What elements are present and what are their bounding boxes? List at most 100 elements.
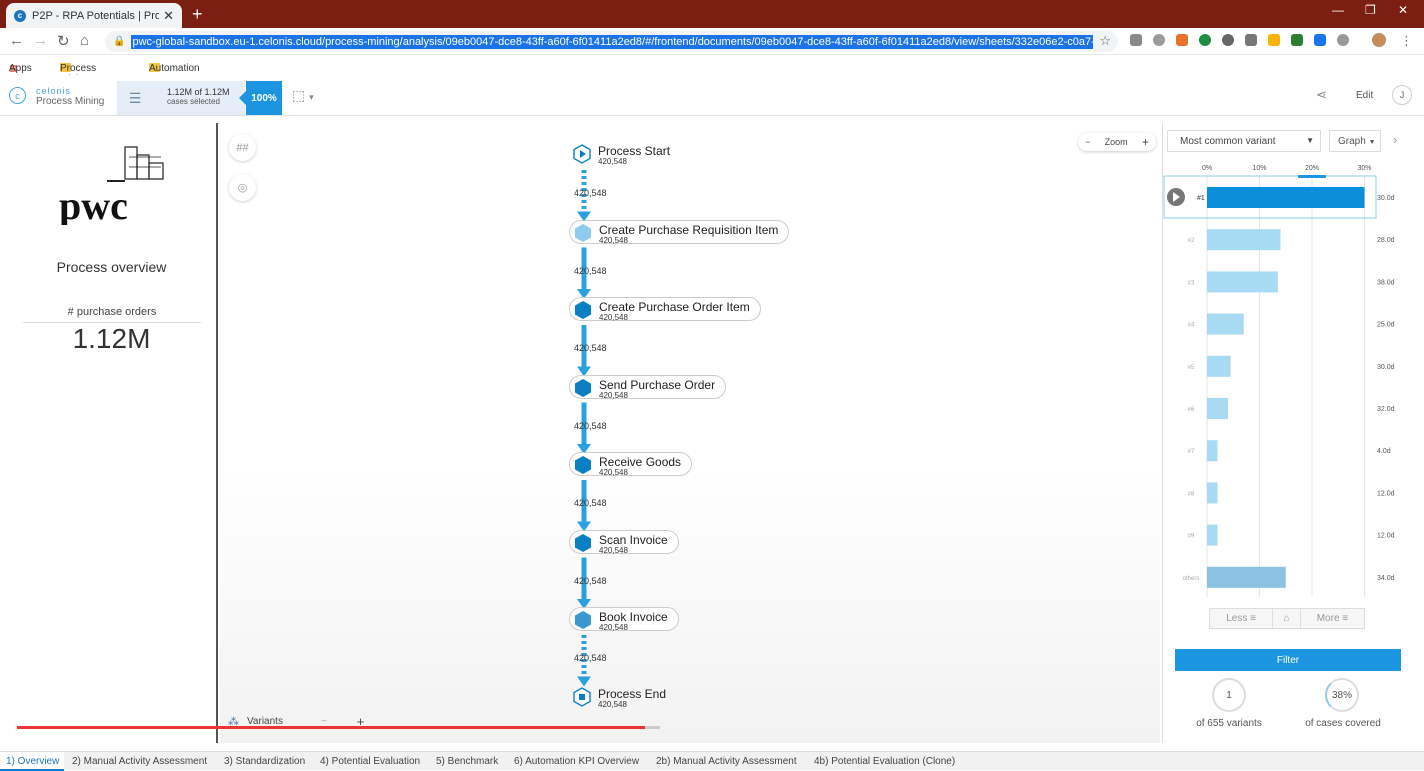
- sheet-tab[interactable]: 5) Benchmark: [436, 756, 498, 767]
- app-header: c celonis Process Mining ☰ 1.12M of 1.12…: [0, 75, 1424, 116]
- profile-avatar-icon[interactable]: [1372, 33, 1386, 47]
- browser-tab-strip: c P2P - RPA Potentials | Process An ✕ + …: [0, 0, 1424, 28]
- overview-panel: pwc Process overview # purchase orders 1…: [7, 123, 218, 743]
- activity-hexagon-icon: [575, 301, 591, 319]
- sheet-tab[interactable]: 4) Potential Evaluation: [320, 756, 420, 767]
- variant-rank-label: #6: [1188, 407, 1195, 413]
- process-node[interactable]: Send Purchase Order 420,548: [569, 374, 727, 400]
- back-icon[interactable]: ←: [9, 32, 24, 49]
- process-explorer[interactable]: ## ◎ − Zoom + 420,548 420,548 420,548 420,5…: [220, 123, 1160, 743]
- activity-name: Create Purchase Order Item: [599, 300, 750, 314]
- process-node[interactable]: Receive Goods 420,548: [569, 452, 693, 477]
- variant-bar[interactable]: [1207, 482, 1218, 504]
- process-node[interactable]: Book Invoice 420,548: [569, 607, 679, 632]
- maximize-icon[interactable]: ❐: [1365, 3, 1376, 17]
- browser-tab[interactable]: c P2P - RPA Potentials | Process An ✕: [6, 3, 182, 28]
- variant-bar[interactable]: [1207, 398, 1228, 419]
- extension-icon[interactable]: [1153, 34, 1165, 46]
- variant-bar[interactable]: [1207, 229, 1281, 251]
- variant-bar[interactable]: [1207, 187, 1365, 208]
- variant-bar-chart: 0% 10% 20% 30% #1 30.0d #2 28.0d #3 38.0d #4 25.0d #…: [1163, 165, 1395, 597]
- variant-duration-label: 34.0d: [1377, 575, 1395, 582]
- variant-rank-label: #7: [1188, 449, 1195, 455]
- edge-count-label: 420,548: [574, 265, 607, 276]
- variant-bar[interactable]: [1207, 566, 1286, 588]
- edit-button[interactable]: Edit: [1356, 90, 1373, 101]
- chevron-right-icon[interactable]: ›: [1393, 132, 1397, 147]
- variant-rank-label: #8: [1188, 491, 1195, 497]
- sheet-tab[interactable]: 4b) Potential Evaluation (Clone): [814, 756, 955, 767]
- variant-duration-label: 25.0d: [1377, 322, 1395, 329]
- minimize-icon[interactable]: —: [1332, 3, 1344, 17]
- extension-icon[interactable]: [1245, 34, 1257, 46]
- variant-bar[interactable]: [1207, 271, 1278, 293]
- edge-count-label: 420,548: [574, 188, 607, 198]
- process-node[interactable]: Process End 420,548: [569, 685, 676, 709]
- extension-icon[interactable]: [1337, 34, 1349, 46]
- edge-count-label: 420,548: [574, 343, 607, 353]
- home-icon[interactable]: ⌂: [1273, 609, 1301, 628]
- home-icon[interactable]: ⌂: [80, 32, 89, 49]
- variant-bar[interactable]: [1207, 355, 1231, 377]
- variant-bar[interactable]: [1207, 524, 1218, 546]
- activity-hexagon-icon: [575, 611, 591, 629]
- coverage-caption: of cases covered: [1305, 718, 1381, 729]
- extension-icon[interactable]: [1314, 34, 1326, 46]
- browser-menu-icon[interactable]: ⋮: [1400, 33, 1413, 49]
- variant-explorer: Most common variant ▼ Graph ▼ › 0% 10% 20% 3…: [1162, 123, 1424, 743]
- hamburger-icon: ☰: [128, 89, 142, 106]
- celonis-logo-icon: c: [9, 87, 26, 104]
- tab-title: P2P - RPA Potentials | Process An: [32, 9, 160, 22]
- extension-icon[interactable]: [1268, 34, 1280, 46]
- add-sheet-icon[interactable]: ⬚ ▾: [292, 87, 314, 104]
- filter-button[interactable]: Filter: [1175, 649, 1401, 671]
- bookmark-star-icon[interactable]: ☆: [1099, 33, 1111, 49]
- lock-icon: 🔒: [113, 36, 126, 47]
- menu-button[interactable]: ☰: [117, 81, 153, 115]
- forward-icon[interactable]: →: [33, 32, 48, 49]
- sheet-tab[interactable]: 6) Automation KPI Overview: [514, 756, 639, 767]
- more-button[interactable]: More ≡: [1301, 609, 1364, 628]
- variants-decrease-button[interactable]: −: [321, 716, 327, 727]
- reload-icon[interactable]: ↻: [57, 32, 70, 50]
- url-field[interactable]: 🔒 pwc-global-sandbox.eu-1.celonis.cloud/…: [105, 31, 1118, 52]
- variants-count-gauge: 1: [1212, 678, 1246, 712]
- chevron-down-icon[interactable]: ▾: [309, 92, 314, 102]
- sheet-tab[interactable]: 3) Standardization: [224, 756, 305, 767]
- new-tab-icon[interactable]: +: [192, 4, 203, 25]
- variant-rank-label: #4: [1188, 323, 1195, 329]
- variant-duration-label: 38.0d: [1377, 279, 1395, 286]
- url-text: pwc-global-sandbox.eu-1.celonis.cloud/pr…: [131, 34, 1094, 49]
- selection-summary[interactable]: 1.12M of 1.12M cases selected: [153, 81, 245, 115]
- less-button[interactable]: Less ≡: [1210, 609, 1274, 628]
- variant-bar[interactable]: [1207, 440, 1218, 462]
- view-selector[interactable]: Graph ▼: [1329, 130, 1381, 152]
- variant-rank-label: #5: [1188, 365, 1195, 371]
- process-node[interactable]: Scan Invoice 420,548: [569, 529, 679, 555]
- sheet-tab[interactable]: 2b) Manual Activity Assessment: [656, 756, 797, 767]
- variant-bar[interactable]: [1207, 313, 1244, 335]
- extension-icon[interactable]: [1291, 34, 1303, 46]
- extension-icon[interactable]: [1176, 34, 1188, 46]
- sheet-tab[interactable]: 2) Manual Activity Assessment: [72, 756, 207, 767]
- variant-selector[interactable]: Most common variant ▼: [1167, 130, 1321, 152]
- process-node[interactable]: Create Purchase Requisition Item 420,548: [569, 219, 790, 245]
- selection-percentage-badge: 100%: [239, 81, 282, 115]
- variant-stepper: Less ≡ ⌂ More ≡: [1209, 608, 1365, 629]
- brand-product: Process Mining: [36, 96, 105, 107]
- share-icon[interactable]: ⋖: [1316, 87, 1327, 103]
- variant-rank-label: #9: [1188, 534, 1195, 540]
- process-node[interactable]: Process Start 420,548: [569, 142, 680, 166]
- process-node[interactable]: Create Purchase Order Item 420,548: [569, 297, 761, 322]
- pwc-logo: pwc: [59, 146, 164, 225]
- close-window-icon[interactable]: ✕: [1398, 3, 1408, 17]
- extension-icon[interactable]: [1199, 34, 1211, 46]
- user-avatar[interactable]: J: [1392, 85, 1412, 105]
- extension-icon[interactable]: [1222, 34, 1234, 46]
- video-progress-bar[interactable]: [17, 726, 645, 729]
- sheet-tab[interactable]: 1) Overview: [0, 752, 64, 771]
- close-tab-icon[interactable]: ✕: [163, 8, 174, 24]
- extension-icon[interactable]: [1130, 34, 1142, 46]
- activity-count: 420,548: [598, 699, 627, 709]
- coverage-slider-handle[interactable]: [1298, 175, 1326, 178]
